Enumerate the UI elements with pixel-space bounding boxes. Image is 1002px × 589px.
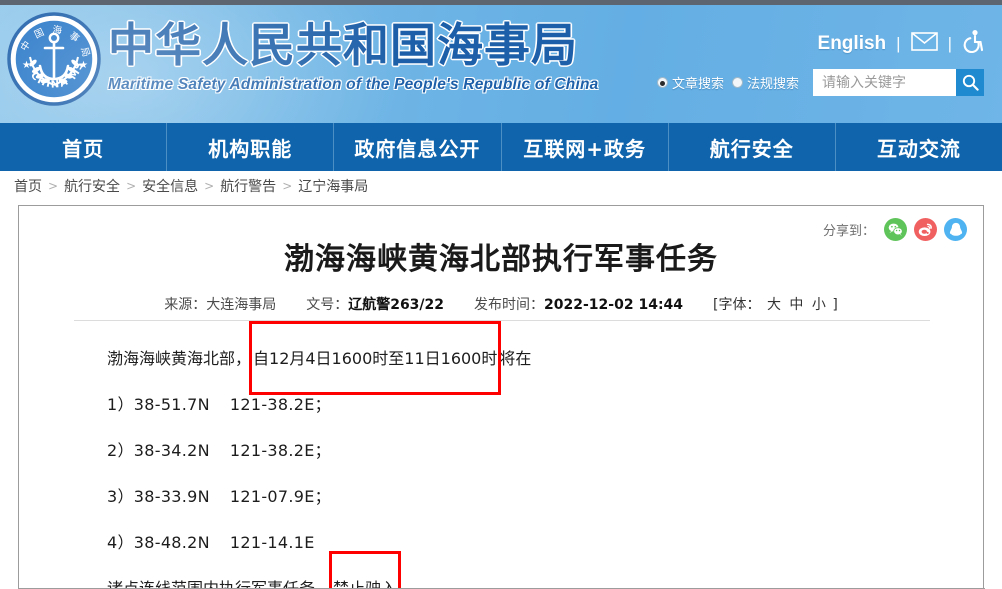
- wheelchair-glyph: [963, 30, 984, 54]
- search-input[interactable]: [813, 69, 956, 96]
- breadcrumb-item-liaoning-msa[interactable]: 辽宁海事局: [298, 176, 368, 196]
- page-root: 中 国 海 事 局 ★ ★ CHINA MS 中华人民共和国海事局 Mariti…: [0, 0, 1002, 589]
- utility-separator-2: |: [947, 33, 952, 53]
- china-msa-logo[interactable]: 中 国 海 事 局 ★ ★ CHINA MS: [6, 11, 102, 107]
- font-size-control: [字体： 大 中 小 ]: [713, 294, 838, 314]
- search-option-regulation[interactable]: 法规搜索: [731, 73, 799, 92]
- envelope-glyph: [910, 31, 938, 51]
- wheelchair-accessibility-icon[interactable]: [962, 29, 984, 58]
- radio-dot-regulation[interactable]: [731, 77, 743, 88]
- english-link[interactable]: English: [818, 33, 887, 55]
- font-size-prefix: [字体：: [713, 297, 761, 313]
- article-body: 渤海海峡黄海北部， 自12月4日1600时至11日1600时 将在 1）38-51.…: [107, 321, 943, 589]
- article-card: 分享到： 渤海海峡黄海北部执行军事任务 来源：大连海事局 文号：辽航警263/2…: [18, 205, 985, 589]
- nav-item-gov-info[interactable]: 政府信息公开: [334, 123, 502, 171]
- nav-item-home[interactable]: 首页: [0, 123, 168, 171]
- highlight-time-range: 自12月4日1600时至11日1600时: [249, 321, 502, 395]
- coordinate-index-1: 1）: [107, 395, 134, 414]
- coordinate-row-4: 4）38-48.2N 121-14.1E: [107, 520, 943, 566]
- breadcrumb-item-nav-warning[interactable]: 航行警告: [220, 176, 276, 196]
- highlight-no-entry: 禁止驶入: [329, 551, 402, 589]
- coordinate-index-2: 2）: [107, 441, 134, 460]
- envelope-icon[interactable]: [910, 31, 938, 56]
- breadcrumb-item-nav-safety[interactable]: 航行安全: [64, 176, 120, 196]
- body-intro-suffix: 将在: [499, 349, 532, 368]
- coordinate-lon-3: 121-07.9E；: [229, 487, 331, 506]
- site-title-en: Maritime Safety Administration of the Pe…: [108, 76, 599, 93]
- svg-text:★: ★: [22, 60, 31, 71]
- coordinate-lat-4: 38-48.2N: [133, 533, 210, 552]
- breadcrumb-separator-1: >: [48, 179, 59, 193]
- search-option-article[interactable]: 文章搜索: [656, 73, 724, 92]
- coordinate-lon-4: 121-14.1E: [229, 533, 315, 552]
- font-size-small[interactable]: 小: [810, 297, 828, 313]
- main-navigation: 首页 机构职能 政府信息公开 互联网+政务 航行安全 互动交流: [0, 123, 1002, 171]
- meta-source-value: 大连海事局: [206, 297, 277, 313]
- breadcrumb-separator-4: >: [282, 179, 293, 193]
- site-title-cn: 中华人民共和国海事局: [108, 18, 578, 72]
- font-size-suffix: ]: [832, 297, 838, 313]
- header-search-row: 文章搜索 法规搜索: [656, 69, 984, 96]
- coordinate-lat-2: 38-34.2N: [133, 441, 210, 460]
- meta-docnum-label: 文号：: [306, 297, 349, 313]
- breadcrumb-separator-2: >: [126, 179, 137, 193]
- body-closing-line: 诸点连线范围内执行军事任务。 禁止驶入。: [107, 551, 943, 589]
- search-button[interactable]: [956, 69, 984, 96]
- nav-item-nav-safety[interactable]: 航行安全: [669, 123, 836, 171]
- coordinate-row-3: 3）38-33.9N 121-07.9E；: [107, 474, 943, 520]
- radio-dot-article[interactable]: [656, 77, 668, 88]
- coordinate-lon-1: 121-38.2E；: [229, 395, 331, 414]
- font-size-medium[interactable]: 中: [787, 297, 805, 313]
- meta-publish: 发布时间：2022-12-02 14:44: [474, 294, 683, 314]
- article-meta-row: 来源：大连海事局 文号：辽航警263/22 发布时间：2022-12-02 14…: [19, 294, 983, 314]
- search-option-regulation-label: 法规搜索: [746, 77, 799, 92]
- font-size-large[interactable]: 大: [765, 297, 783, 313]
- meta-source: 来源：大连海事局: [164, 294, 276, 314]
- breadcrumb-item-safety-info[interactable]: 安全信息: [142, 176, 198, 196]
- meta-docnum-value: 辽航警263/22: [348, 297, 445, 313]
- breadcrumb-item-home[interactable]: 首页: [14, 176, 42, 196]
- coordinate-lon-2: 121-38.2E；: [229, 441, 331, 460]
- coordinate-row-2: 2）38-34.2N 121-38.2E；: [107, 428, 943, 474]
- meta-publish-value: 2022-12-02 14:44: [544, 297, 684, 313]
- nav-item-functions[interactable]: 机构职能: [167, 123, 335, 171]
- search-option-article-label: 文章搜索: [671, 77, 724, 92]
- china-msa-seal-icon: 中 国 海 事 局 ★ ★ CHINA MS: [6, 11, 101, 106]
- meta-docnum: 文号：辽航警263/22: [306, 294, 444, 314]
- search-icon: [962, 74, 979, 91]
- nav-item-internet-gov[interactable]: 互联网+政务: [502, 123, 669, 171]
- meta-source-label: 来源：: [164, 297, 207, 313]
- utility-separator-1: |: [896, 33, 901, 53]
- coordinate-row-1: 1）38-51.7N 121-38.2E；: [107, 382, 943, 428]
- coordinate-index-4: 4）: [107, 533, 134, 552]
- breadcrumb: 首页 > 航行安全 > 安全信息 > 航行警告 > 辽宁海事局: [14, 176, 368, 196]
- coordinate-lat-1: 38-51.7N: [133, 395, 210, 414]
- coordinate-index-3: 3）: [107, 487, 134, 506]
- search-box: [813, 69, 984, 96]
- article-title: 渤海海峡黄海北部执行军事任务: [284, 242, 718, 277]
- body-intro-line: 渤海海峡黄海北部， 自12月4日1600时至11日1600时 将在: [107, 321, 943, 395]
- header-utility-row: English | |: [818, 29, 984, 58]
- meta-publish-label: 发布时间：: [474, 297, 545, 313]
- meta-divider: [74, 320, 930, 321]
- coordinate-lat-3: 38-33.9N: [133, 487, 210, 506]
- nav-item-interaction[interactable]: 互动交流: [836, 123, 1002, 171]
- site-title-block: 中华人民共和国海事局 Maritime Safety Administratio…: [108, 17, 628, 94]
- site-header: 中 国 海 事 局 ★ ★ CHINA MS 中华人民共和国海事局 Mariti…: [0, 5, 1002, 123]
- breadcrumb-separator-3: >: [204, 179, 215, 193]
- body-intro-prefix: 渤海海峡黄海北部，: [107, 349, 252, 368]
